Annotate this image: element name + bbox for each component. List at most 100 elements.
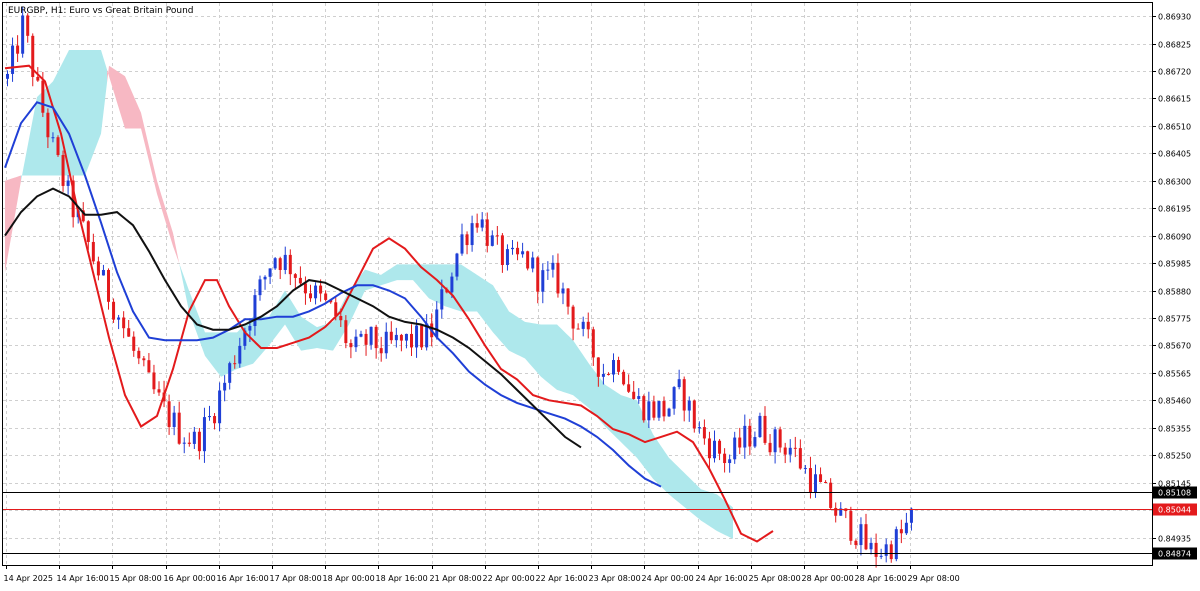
candle-body — [152, 372, 156, 390]
candle-body — [904, 522, 908, 534]
candle-body — [505, 249, 509, 265]
candle-body — [248, 326, 252, 331]
candle-body — [202, 417, 206, 452]
candle-body — [743, 425, 747, 448]
y-tick-label: 0.85775 — [1158, 315, 1191, 324]
candle-body — [546, 269, 550, 271]
candle-body — [707, 438, 711, 459]
candle-body — [622, 371, 626, 385]
candle-body — [460, 234, 464, 254]
candle-body — [788, 447, 792, 455]
candle-body — [399, 334, 403, 341]
candle-body — [61, 155, 65, 186]
candle-body — [495, 235, 499, 237]
candle-body — [112, 301, 116, 320]
candle-body — [177, 412, 181, 444]
y-tick-label: 0.86195 — [1158, 205, 1191, 214]
candle-body — [874, 542, 878, 557]
candle-body — [86, 221, 90, 242]
chart-title: EURGBP, H1: Euro vs Great Britain Pound — [8, 6, 193, 16]
y-tick-label: 0.86825 — [1158, 41, 1191, 50]
x-tick-label: 15 Apr 08:00 — [110, 574, 162, 583]
candle-body — [637, 396, 641, 399]
candle-body — [359, 333, 363, 337]
candle-body — [601, 373, 605, 377]
candle-body — [157, 389, 161, 393]
candle-body — [96, 261, 100, 276]
candle-body — [319, 285, 323, 294]
candle-body — [586, 321, 590, 330]
candle-body — [167, 401, 171, 427]
ichimoku-cloud — [5, 50, 733, 539]
candle-body — [500, 235, 504, 265]
candle-body — [713, 440, 716, 459]
candle-body — [187, 442, 191, 444]
price-tag-label: 0.85108 — [1158, 489, 1191, 498]
candle-body — [748, 425, 752, 447]
candle-body — [864, 524, 868, 550]
candle-body — [394, 334, 398, 341]
candle-body — [899, 529, 903, 534]
candle-body — [26, 15, 30, 36]
candle-body — [642, 396, 646, 421]
candle-body — [480, 219, 484, 228]
candle-body — [526, 251, 530, 269]
candle-body — [314, 285, 318, 299]
candle-body — [228, 363, 232, 383]
candle-body — [470, 223, 474, 246]
candle-body — [768, 442, 772, 453]
candle-body — [369, 326, 373, 345]
candle-body — [909, 508, 913, 523]
candle-body — [758, 415, 762, 438]
candle-body — [273, 258, 277, 269]
x-tick-label: 14 Apr 16:00 — [57, 574, 109, 583]
price-lines — [3, 492, 1152, 554]
plot-frame — [2, 2, 1153, 566]
y-tick-label: 0.86300 — [1158, 178, 1191, 187]
candle-body — [657, 401, 661, 418]
candle-body — [627, 384, 631, 392]
candle-body — [122, 317, 126, 329]
candle-body — [647, 401, 651, 421]
candle-body — [672, 387, 676, 409]
y-tick-label: 0.85670 — [1158, 342, 1191, 351]
y-tick-label: 0.86720 — [1158, 68, 1191, 77]
y-tick-label: 0.85565 — [1158, 370, 1191, 379]
candle-body — [440, 289, 444, 310]
candle-body — [617, 360, 621, 372]
y-tick-label: 0.86615 — [1158, 95, 1191, 104]
candle-body — [738, 437, 742, 448]
cloud-segment — [107, 65, 179, 263]
candle-body — [91, 241, 95, 262]
candle-body — [632, 391, 636, 399]
candle-body — [101, 269, 105, 276]
candle-body — [591, 329, 595, 358]
candle-body — [803, 468, 807, 470]
candle-body — [869, 542, 873, 550]
candle-body — [884, 544, 888, 556]
x-tick-label: 14 Apr 2025 — [4, 574, 53, 583]
candle-body — [197, 431, 201, 452]
candle-body — [894, 529, 898, 560]
price-tag-label: 0.84874 — [1158, 550, 1191, 559]
candle-body — [41, 80, 45, 113]
candle-body — [596, 357, 600, 377]
price-chart[interactable]: 0.86930 0.86825 0.86720 0.86615 0.86510 0.864… — [0, 0, 1200, 587]
y-tick-label: 0.86930 — [1158, 13, 1191, 22]
candle-body — [551, 262, 555, 270]
candle-body — [718, 440, 722, 454]
y-tick-label: 0.85880 — [1158, 288, 1191, 297]
candle-body — [702, 427, 706, 439]
candle-body — [763, 415, 767, 443]
candle-body — [511, 247, 514, 250]
candle-body — [667, 408, 671, 417]
candle-body — [581, 321, 585, 329]
candle-body — [66, 180, 70, 186]
candle-body — [6, 73, 9, 79]
candle-body — [561, 288, 565, 294]
candle-body — [697, 427, 701, 429]
candle-body — [364, 333, 368, 345]
candle-body — [339, 315, 343, 321]
candle-body — [606, 373, 610, 375]
candle-body — [798, 448, 802, 469]
